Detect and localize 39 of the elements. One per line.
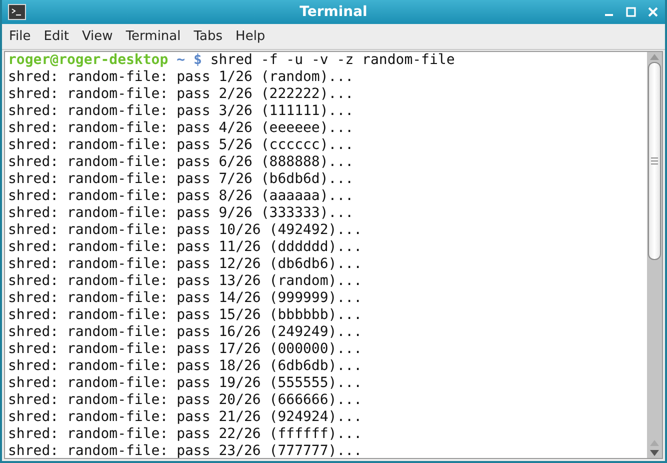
maximize-icon[interactable]	[625, 6, 637, 18]
output-line: shred: random-file: pass 22/26 (ffffff)...	[8, 426, 364, 443]
output-line: shred: random-file: pass 5/26 (cccccc)...	[8, 137, 355, 154]
output-line: shred: random-file: pass 11/26 (dddddd)...	[8, 239, 364, 256]
menu-item[interactable]: Help	[230, 27, 270, 46]
output-line: shred: random-file: pass 7/26 (b6db6d)...	[8, 171, 355, 188]
output-line: shred: random-file: pass 4/26 (eeeeee)...	[8, 120, 355, 137]
menu-item[interactable]: Terminal	[120, 27, 186, 46]
output-line: shred: random-file: pass 15/26 (bbbbbb)...	[8, 307, 364, 324]
output-line: shred: random-file: pass 12/26 (db6db6)...	[8, 256, 364, 273]
menu-item[interactable]: View	[76, 27, 118, 46]
menu-item[interactable]: Tabs	[188, 27, 228, 46]
output-line: shred: random-file: pass 9/26 (333333)...	[8, 205, 355, 222]
terminal-icon[interactable]	[8, 4, 26, 20]
command-text: shred -f -u -v -z random-file	[210, 52, 455, 68]
scroll-thumb[interactable]	[648, 62, 661, 260]
output-line: shred: random-file: pass 3/26 (111111)...	[8, 103, 355, 120]
prompt-user-host: roger@roger-desktop	[8, 52, 168, 68]
output-line: shred: random-file: pass 8/26 (aaaaaa)...	[8, 188, 355, 205]
window-title: Terminal	[298, 4, 368, 20]
output-line: shred: random-file: pass 20/26 (666666)...	[8, 392, 364, 409]
output-line: shred: random-file: pass 6/26 (888888)...	[8, 154, 355, 171]
scroll-down-icon[interactable]	[647, 448, 662, 458]
close-icon[interactable]	[647, 6, 659, 18]
output-line: shred: random-file: pass 1/26 (random)...	[8, 69, 355, 86]
output-line: shred: random-file: pass 10/26 (492492)...	[8, 222, 364, 239]
output-line: shred: random-file: pass 2/26 (222222)...	[8, 86, 355, 103]
output-line: shred: random-file: pass 19/26 (555555)...	[8, 375, 364, 392]
output-line: shred: random-file: pass 21/26 (924924)...	[8, 409, 364, 426]
output-line: shred: random-file: pass 17/26 (000000)...	[8, 341, 364, 358]
menu-item[interactable]: File	[4, 27, 36, 46]
output-line: shred: random-file: pass 16/26 (249249)...	[8, 324, 364, 341]
prompt-path: ~ $	[176, 52, 202, 68]
menu-item[interactable]: Edit	[38, 27, 74, 46]
output-line: shred: random-file: pass 23/26 (777777)...	[8, 443, 364, 458]
output-line: shred: random-file: pass 14/26 (999999)...	[8, 290, 364, 307]
output-line: shred: random-file: pass 18/26 (6db6db)...	[8, 358, 364, 375]
output-line: shred: random-file: pass 13/26 (random)...	[8, 273, 364, 290]
scrollbar[interactable]	[647, 52, 662, 458]
